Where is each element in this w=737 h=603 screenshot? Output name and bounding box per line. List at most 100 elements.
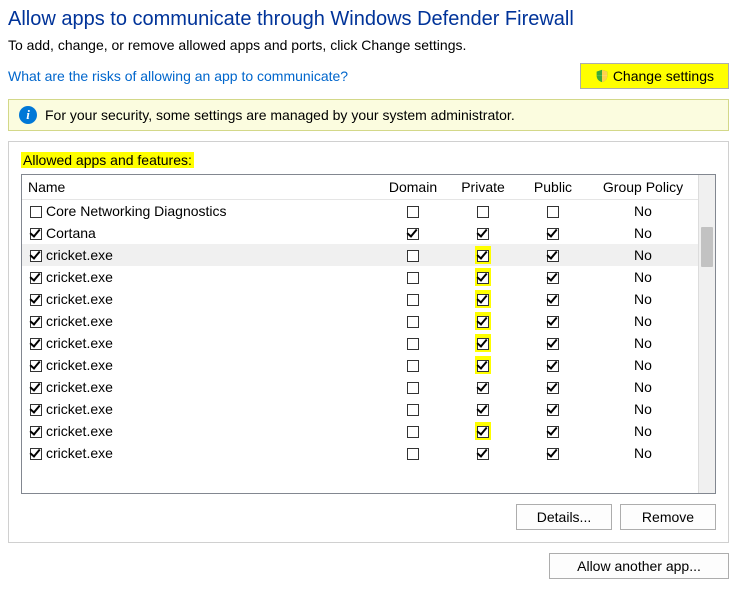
- details-button[interactable]: Details...: [516, 504, 612, 530]
- policy-cell: No: [588, 332, 698, 354]
- app-name: cricket.exe: [46, 379, 113, 395]
- checkbox[interactable]: [475, 246, 491, 264]
- policy-cell: No: [588, 244, 698, 266]
- table-row[interactable]: cricket.exe No: [22, 266, 698, 288]
- app-name: cricket.exe: [46, 313, 113, 329]
- table-row[interactable]: Cortana No: [22, 222, 698, 244]
- checkbox[interactable]: [475, 268, 491, 286]
- checkbox[interactable]: [545, 422, 561, 440]
- table-row[interactable]: cricket.exeNo: [22, 376, 698, 398]
- checkbox[interactable]: [405, 444, 421, 462]
- col-header-domain[interactable]: Domain: [378, 175, 448, 200]
- app-name: cricket.exe: [46, 291, 113, 307]
- checkbox[interactable]: [28, 356, 44, 374]
- checkbox[interactable]: [475, 290, 491, 308]
- app-name: cricket.exe: [46, 445, 113, 461]
- checkbox[interactable]: [475, 356, 491, 374]
- checkbox[interactable]: [475, 312, 491, 330]
- apps-table: Name Domain Private Public Group Policy …: [22, 175, 698, 464]
- checkbox[interactable]: [28, 334, 44, 352]
- app-name: cricket.exe: [46, 357, 113, 373]
- checkbox[interactable]: [405, 246, 421, 264]
- checkbox[interactable]: [545, 334, 561, 352]
- checkbox[interactable]: [28, 246, 44, 264]
- info-message: For your security, some settings are man…: [45, 107, 515, 123]
- col-header-policy[interactable]: Group Policy: [588, 175, 698, 200]
- policy-cell: No: [588, 354, 698, 376]
- change-settings-button[interactable]: Change settings: [580, 63, 729, 89]
- table-row[interactable]: cricket.exe No: [22, 332, 698, 354]
- section-label: Allowed apps and features:: [21, 152, 194, 168]
- scrollbar[interactable]: [698, 175, 715, 493]
- table-row[interactable]: cricket.exeNo: [22, 420, 698, 442]
- app-name: cricket.exe: [46, 401, 113, 417]
- checkbox[interactable]: [405, 356, 421, 374]
- table-row[interactable]: cricket.exeNo: [22, 244, 698, 266]
- policy-cell: No: [588, 266, 698, 288]
- checkbox[interactable]: [545, 268, 561, 286]
- info-box: i For your security, some settings are m…: [8, 99, 729, 131]
- checkbox[interactable]: [545, 378, 561, 396]
- policy-cell: No: [588, 288, 698, 310]
- checkbox[interactable]: [545, 246, 561, 264]
- checkbox[interactable]: [28, 422, 44, 440]
- app-name: Cortana: [46, 225, 96, 241]
- checkbox[interactable]: [545, 356, 561, 374]
- risk-link[interactable]: What are the risks of allowing an app to…: [8, 68, 348, 84]
- app-name: cricket.exe: [46, 269, 113, 285]
- checkbox[interactable]: [28, 268, 44, 286]
- table-row[interactable]: cricket.exe No: [22, 288, 698, 310]
- checkbox[interactable]: [405, 290, 421, 308]
- col-header-name[interactable]: Name: [22, 175, 378, 200]
- table-row[interactable]: cricket.exe No: [22, 442, 698, 464]
- allowed-apps-panel: Allowed apps and features: Name Domain P…: [8, 141, 729, 543]
- checkbox[interactable]: [28, 290, 44, 308]
- table-row[interactable]: Core Networking DiagnosticsNo: [22, 200, 698, 223]
- table-row[interactable]: cricket.exe No: [22, 398, 698, 420]
- app-name: Core Networking Diagnostics: [46, 203, 227, 219]
- change-settings-label: Change settings: [613, 68, 714, 84]
- checkbox[interactable]: [405, 312, 421, 330]
- checkbox[interactable]: [475, 202, 491, 220]
- remove-button[interactable]: Remove: [620, 504, 716, 530]
- policy-cell: No: [588, 398, 698, 420]
- col-header-public[interactable]: Public: [518, 175, 588, 200]
- checkbox[interactable]: [28, 444, 44, 462]
- checkbox[interactable]: [545, 202, 561, 220]
- checkbox[interactable]: [475, 334, 491, 352]
- checkbox[interactable]: [405, 378, 421, 396]
- checkbox[interactable]: [475, 422, 491, 440]
- checkbox[interactable]: [545, 444, 561, 462]
- checkbox[interactable]: [28, 378, 44, 396]
- checkbox[interactable]: [475, 400, 491, 418]
- checkbox[interactable]: [405, 400, 421, 418]
- app-name: cricket.exe: [46, 335, 113, 351]
- shield-icon: [595, 69, 609, 83]
- allow-another-app-button[interactable]: Allow another app...: [549, 553, 729, 579]
- policy-cell: No: [588, 310, 698, 332]
- checkbox[interactable]: [405, 268, 421, 286]
- checkbox[interactable]: [28, 202, 44, 220]
- col-header-private[interactable]: Private: [448, 175, 518, 200]
- checkbox[interactable]: [475, 224, 491, 242]
- checkbox[interactable]: [405, 224, 421, 242]
- scroll-thumb[interactable]: [701, 227, 713, 267]
- policy-cell: No: [588, 420, 698, 442]
- checkbox[interactable]: [28, 400, 44, 418]
- checkbox[interactable]: [545, 400, 561, 418]
- checkbox[interactable]: [28, 312, 44, 330]
- checkbox[interactable]: [545, 312, 561, 330]
- policy-cell: No: [588, 222, 698, 244]
- checkbox[interactable]: [405, 422, 421, 440]
- checkbox[interactable]: [545, 224, 561, 242]
- page-title: Allow apps to communicate through Window…: [8, 8, 729, 31]
- table-row[interactable]: cricket.exe No: [22, 310, 698, 332]
- table-row[interactable]: cricket.exe No: [22, 354, 698, 376]
- checkbox[interactable]: [405, 202, 421, 220]
- checkbox[interactable]: [475, 378, 491, 396]
- checkbox[interactable]: [405, 334, 421, 352]
- policy-cell: No: [588, 442, 698, 464]
- checkbox[interactable]: [545, 290, 561, 308]
- checkbox[interactable]: [28, 224, 44, 242]
- checkbox[interactable]: [475, 444, 491, 462]
